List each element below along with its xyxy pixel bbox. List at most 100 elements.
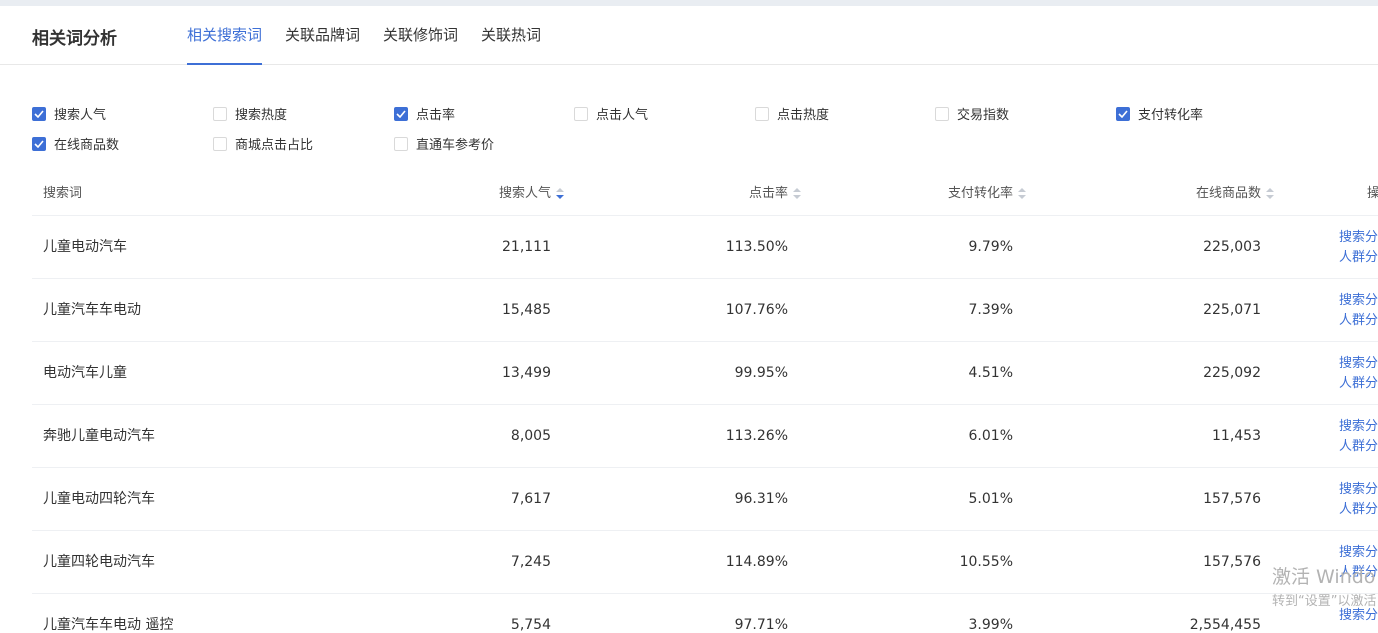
search-popularity: 21,111 (502, 239, 551, 255)
table-row: 电动汽车儿童 13,499 99.95% 4.51% 225,092 搜索分 人群… (32, 342, 1378, 405)
tab-related-search-words[interactable]: 相关搜索词 (187, 6, 263, 65)
sort-icon[interactable] (1266, 187, 1274, 201)
metric-option[interactable]: 商城点击占比 (213, 134, 313, 153)
search-word: 奔驰儿童电动汽车 (43, 428, 155, 444)
column-header-popularity[interactable]: 搜索人气 (352, 172, 564, 216)
search-analysis-link[interactable]: 搜索分 (1339, 291, 1378, 311)
metric-label: 在线商品数 (54, 138, 120, 153)
checkbox[interactable] (32, 136, 46, 151)
checkbox[interactable] (935, 106, 949, 121)
metric-option[interactable]: 直通车参考价 (394, 134, 494, 153)
watermark-line-1: 激活 Windo (1272, 566, 1376, 588)
click-rate: 99.95% (734, 365, 788, 381)
crowd-analysis-link[interactable]: 人群分 (1339, 248, 1378, 268)
row-actions: 搜索分 人群分 (1339, 228, 1378, 268)
checkbox[interactable] (213, 136, 227, 151)
checkbox[interactable] (574, 106, 588, 121)
column-label: 在线商品数 (1195, 186, 1261, 201)
search-analysis-link[interactable]: 搜索分 (1339, 354, 1378, 374)
pay-conversion-rate: 3.99% (968, 617, 1013, 633)
tab-related-modifier-words[interactable]: 关联修饰词 (383, 6, 458, 64)
column-label: 操 (1367, 186, 1378, 201)
crowd-analysis-link[interactable]: 人群分 (1339, 500, 1378, 520)
crowd-analysis-link[interactable]: 人群分 (1339, 374, 1378, 394)
search-popularity: 8,005 (510, 428, 551, 444)
watermark-line-2: 转到“设置”以激活 (1272, 594, 1377, 609)
column-label: 点击率 (748, 186, 788, 201)
metric-option[interactable]: 点击率 (394, 104, 455, 123)
metric-label: 点击人气 (596, 108, 649, 123)
online-goods-count: 157,576 (1203, 491, 1261, 507)
metric-option[interactable]: 点击热度 (755, 104, 829, 123)
pay-conversion-rate: 9.79% (968, 239, 1013, 255)
column-header-ctr[interactable]: 点击率 (592, 172, 801, 216)
column-label: 搜索词 (43, 186, 83, 201)
metric-option[interactable]: 在线商品数 (32, 134, 119, 153)
crowd-analysis-link[interactable]: 人群分 (1339, 437, 1378, 457)
sort-icon[interactable] (1018, 187, 1026, 201)
metric-label: 交易指数 (957, 108, 1010, 123)
checkbox[interactable] (755, 106, 769, 121)
table-row: 儿童电动四轮汽车 7,617 96.31% 5.01% 157,576 搜索分人… (32, 468, 1378, 531)
click-rate: 96.31% (734, 491, 788, 507)
metric-option[interactable]: 交易指数 (935, 104, 1009, 123)
table-row: 儿童四轮电动汽车 7,245 114.89% 10.55% 157,576 搜索… (32, 531, 1378, 594)
metric-option[interactable]: 搜索热度 (213, 104, 287, 123)
crowd-analysis-link[interactable]: 人群分 (1339, 311, 1378, 331)
checkbox[interactable] (394, 106, 408, 121)
table-row: 儿童电动汽车 21,111 113.50% 9.79% 225,003 搜索分人… (32, 216, 1378, 279)
search-analysis-link[interactable]: 搜索分 (1339, 480, 1378, 500)
tab-related-brand-words[interactable]: 关联品牌词 (285, 6, 360, 64)
metric-option[interactable]: 支付转化率 (1116, 104, 1203, 123)
tab-bar: 相关搜索词 关联品牌词 关联修饰词 关联热词 (187, 6, 564, 65)
table-row: 奔驰儿童电动汽车 8,005 113.26% 6.01% 11,453 搜索分人… (32, 405, 1378, 468)
search-word: 电动汽车儿童 (43, 365, 127, 381)
search-popularity: 15,485 (502, 302, 551, 318)
metric-label: 直通车参考价 (416, 138, 495, 153)
checkbox[interactable] (1116, 106, 1130, 121)
online-goods-count: 2,554,455 (1189, 617, 1261, 633)
search-popularity: 7,245 (510, 554, 551, 570)
search-word: 儿童电动汽车 (43, 239, 127, 255)
row-actions: 搜索分 人群分 (1339, 480, 1378, 520)
metric-label: 点击率 (416, 108, 456, 123)
pay-conversion-rate: 5.01% (968, 491, 1013, 507)
table-row: 儿童汽车车电动 遥控 5,754 97.71% 3.99% 2,554,455 … (32, 594, 1378, 633)
click-rate: 97.71% (734, 617, 788, 633)
sort-icon[interactable] (793, 187, 801, 201)
search-word: 儿童电动四轮汽车 (43, 491, 155, 507)
online-goods-count: 11,453 (1212, 428, 1261, 444)
column-label: 支付转化率 (947, 186, 1013, 201)
related-words-table: 搜索词 搜索人气 点击率 支付转化率 在线商品数 操 儿童电动汽车 21,111… (32, 172, 1378, 633)
row-actions: 搜索分 人群分 (1339, 291, 1378, 331)
search-analysis-link[interactable]: 搜索分 (1339, 228, 1378, 248)
column-header-pay-rate[interactable]: 支付转化率 (822, 172, 1026, 216)
metric-label: 搜索热度 (235, 108, 288, 123)
page-title: 相关词分析 (32, 29, 117, 49)
windows-activation-watermark: 激活 Windo 转到“设置”以激活 (1272, 565, 1376, 611)
search-word: 儿童汽车车电动 (43, 302, 141, 318)
click-rate: 107.76% (725, 302, 788, 318)
online-goods-count: 157,576 (1203, 554, 1261, 570)
column-label: 搜索人气 (498, 186, 551, 201)
checkbox[interactable] (32, 106, 46, 121)
sort-icon[interactable] (556, 187, 564, 201)
row-actions: 搜索分 人群分 (1339, 354, 1378, 394)
column-header-ops: 操 (1367, 172, 1378, 216)
pay-conversion-rate: 6.01% (968, 428, 1013, 444)
pay-conversion-rate: 7.39% (968, 302, 1013, 318)
pay-conversion-rate: 10.55% (959, 554, 1013, 570)
checkbox[interactable] (394, 136, 408, 151)
column-header-goods[interactable]: 在线商品数 (1062, 172, 1274, 216)
online-goods-count: 225,071 (1203, 302, 1261, 318)
search-analysis-link[interactable]: 搜索分 (1339, 417, 1378, 437)
checkbox[interactable] (213, 106, 227, 121)
search-analysis-link[interactable]: 搜索分 (1339, 543, 1378, 563)
metric-option[interactable]: 搜索人气 (32, 104, 106, 123)
click-rate: 113.50% (725, 239, 788, 255)
row-actions: 搜索分 人群分 (1339, 417, 1378, 457)
metric-option[interactable]: 点击人气 (574, 104, 648, 123)
metric-label: 搜索人气 (54, 108, 107, 123)
online-goods-count: 225,003 (1203, 239, 1261, 255)
tab-related-hot-words[interactable]: 关联热词 (481, 6, 541, 64)
